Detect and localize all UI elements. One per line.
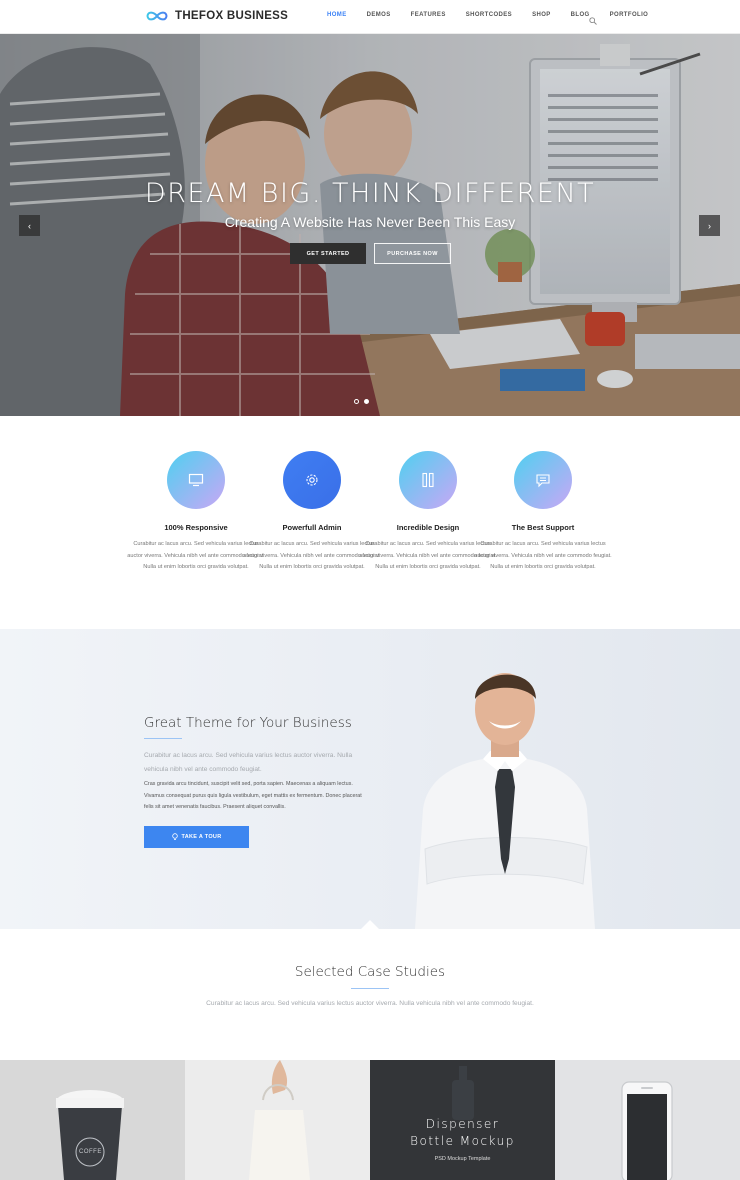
- title-divider: [144, 738, 182, 739]
- coffee-cup-image: [56, 1090, 124, 1180]
- take-a-tour-button[interactable]: TAKE A TOUR: [144, 826, 249, 848]
- businessman-image: [415, 673, 595, 929]
- feature-support: The Best Support Curabitur ac lacus arcu…: [468, 451, 618, 574]
- get-started-button[interactable]: GET STARTED: [290, 243, 366, 264]
- slider-dot-active[interactable]: [364, 399, 369, 404]
- nav-blog[interactable]: BLOG: [571, 12, 590, 18]
- slider-dot[interactable]: [354, 399, 359, 404]
- hero-subtitle: Creating A Website Has Never Been This E…: [224, 214, 516, 230]
- chat-icon: [514, 451, 572, 509]
- nav-features[interactable]: FEATURES: [411, 12, 446, 18]
- portfolio-item-title: Dispenser Bottle Mockup: [370, 1116, 555, 1150]
- take-a-tour-label: TAKE A TOUR: [181, 834, 222, 840]
- slider-next-arrow-icon[interactable]: ›: [699, 215, 720, 236]
- theme-body-text: Cras gravida arcu tincidunt, suscipit ve…: [144, 781, 362, 810]
- title-divider: [351, 988, 389, 989]
- nav-shop[interactable]: SHOP: [532, 12, 551, 18]
- theme-section: Great Theme for Your Business Curabitur …: [0, 629, 740, 929]
- nav-shortcodes[interactable]: SHORTCODES: [466, 12, 512, 18]
- lightbulb-icon: [171, 833, 178, 840]
- theme-title: Great Theme for Your Business: [144, 715, 352, 731]
- portfolio-item-phone[interactable]: [555, 1060, 740, 1180]
- nav-home[interactable]: HOME: [327, 12, 347, 18]
- phone-mockup-image: [621, 1081, 673, 1180]
- portfolio-grid: COFFE Dispenser Bottle Mockup PSD Mockup…: [0, 1060, 740, 1180]
- brand-name: THEFOX BUSINESS: [175, 10, 289, 22]
- portfolio-item-coffee-cup[interactable]: COFFE: [0, 1060, 185, 1180]
- features-section: 100% Responsive Curabitur ac lacus arcu.…: [0, 416, 740, 629]
- portfolio-item-subtitle: PSD Mockup Template: [434, 1156, 491, 1162]
- portfolio-item-dispenser[interactable]: Dispenser Bottle Mockup PSD Mockup Templ…: [370, 1060, 555, 1180]
- feature-text: Curabitur ac lacus arcu. Sed vehicula va…: [474, 541, 612, 570]
- purchase-now-button[interactable]: PURCHASE NOW: [374, 243, 451, 264]
- nav-demos[interactable]: DEMOS: [367, 12, 391, 18]
- gear-icon: [283, 451, 341, 509]
- section-notch: [361, 920, 379, 929]
- logo[interactable]: THEFOX BUSINESS: [145, 10, 288, 22]
- slider-prev-arrow-icon[interactable]: ‹: [19, 215, 40, 236]
- monitor-icon: [167, 451, 225, 509]
- search-icon[interactable]: [589, 12, 597, 30]
- main-nav: HOME DEMOS FEATURES SHORTCODES SHOP BLOG…: [327, 12, 668, 18]
- portfolio-item-tote-bag[interactable]: [185, 1060, 370, 1180]
- tote-bag-image: [249, 1060, 310, 1180]
- design-tools-icon: [399, 451, 457, 509]
- hero-title: DREAM BIG. THINK DIFFERENT: [144, 178, 596, 209]
- slider-dots: [354, 399, 369, 404]
- portfolio-title-line2: Bottle Mockup: [410, 1134, 515, 1148]
- case-studies-text: Curabitur ac lacus arcu. Sed vehicula va…: [206, 1000, 534, 1007]
- hero-slider: DREAM BIG. THINK DIFFERENT Creating A We…: [0, 34, 740, 416]
- portfolio-title-line1: Dispenser: [425, 1117, 500, 1131]
- feature-title: The Best Support: [511, 523, 575, 532]
- site-header: THEFOX BUSINESS HOME DEMOS FEATURES SHOR…: [0, 0, 740, 34]
- nav-portfolio[interactable]: PORTFOLIO: [610, 12, 649, 18]
- infinity-logo-icon: [146, 11, 168, 21]
- case-studies-title: Selected Case Studies: [294, 964, 446, 980]
- cup-label: COFFE: [79, 1149, 102, 1155]
- case-studies-section: Selected Case Studies Curabitur ac lacus…: [0, 929, 740, 1060]
- theme-lead-text: Curabitur ac lacus arcu. Sed vehicula va…: [144, 752, 353, 773]
